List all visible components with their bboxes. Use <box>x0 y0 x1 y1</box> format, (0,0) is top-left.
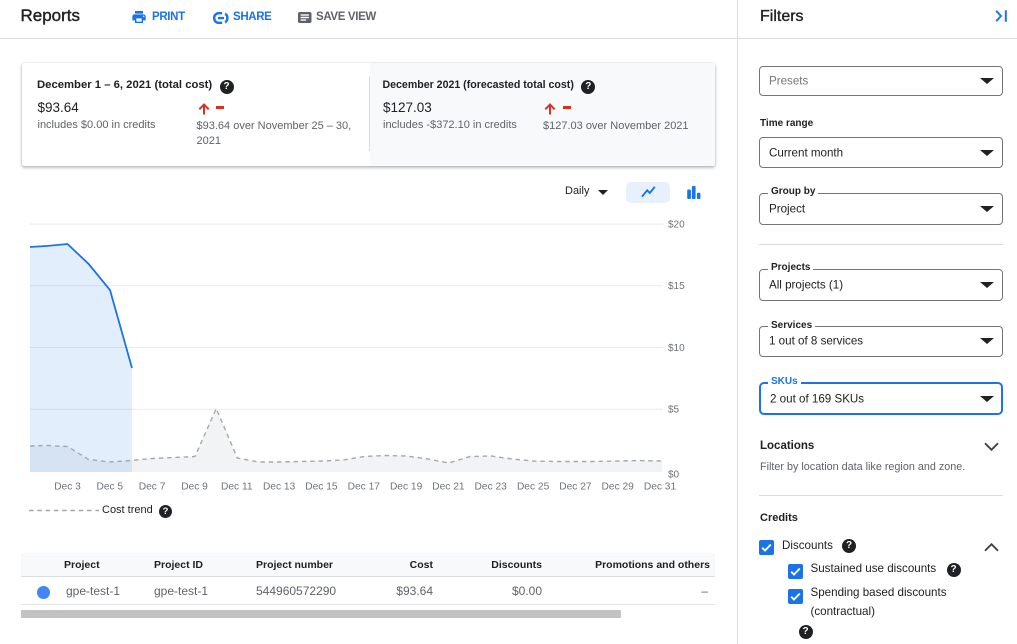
svg-text:$5: $5 <box>668 405 680 416</box>
svg-text:$15: $15 <box>668 281 685 292</box>
svg-text:Dec 13: Dec 13 <box>263 481 296 492</box>
svg-text:Dec 25: Dec 25 <box>517 481 550 492</box>
svg-text:Dec 5: Dec 5 <box>96 481 123 492</box>
svg-text:Dec 7: Dec 7 <box>139 481 166 492</box>
svg-text:Dec 19: Dec 19 <box>390 481 423 492</box>
svg-text:Dec 29: Dec 29 <box>602 481 635 492</box>
svg-text:$10: $10 <box>668 343 685 354</box>
svg-text:$0: $0 <box>668 470 680 481</box>
svg-text:Dec 17: Dec 17 <box>348 481 381 492</box>
svg-text:Dec 11: Dec 11 <box>221 481 253 492</box>
svg-text:Dec 31: Dec 31 <box>644 481 677 492</box>
svg-text:Dec 27: Dec 27 <box>559 481 592 492</box>
svg-text:Dec 23: Dec 23 <box>475 481 508 492</box>
svg-text:Dec 3: Dec 3 <box>54 481 81 492</box>
svg-text:Dec 21: Dec 21 <box>432 481 465 492</box>
svg-text:$20: $20 <box>668 219 685 230</box>
svg-text:Dec 9: Dec 9 <box>181 481 208 492</box>
svg-text:Dec 15: Dec 15 <box>305 481 338 492</box>
